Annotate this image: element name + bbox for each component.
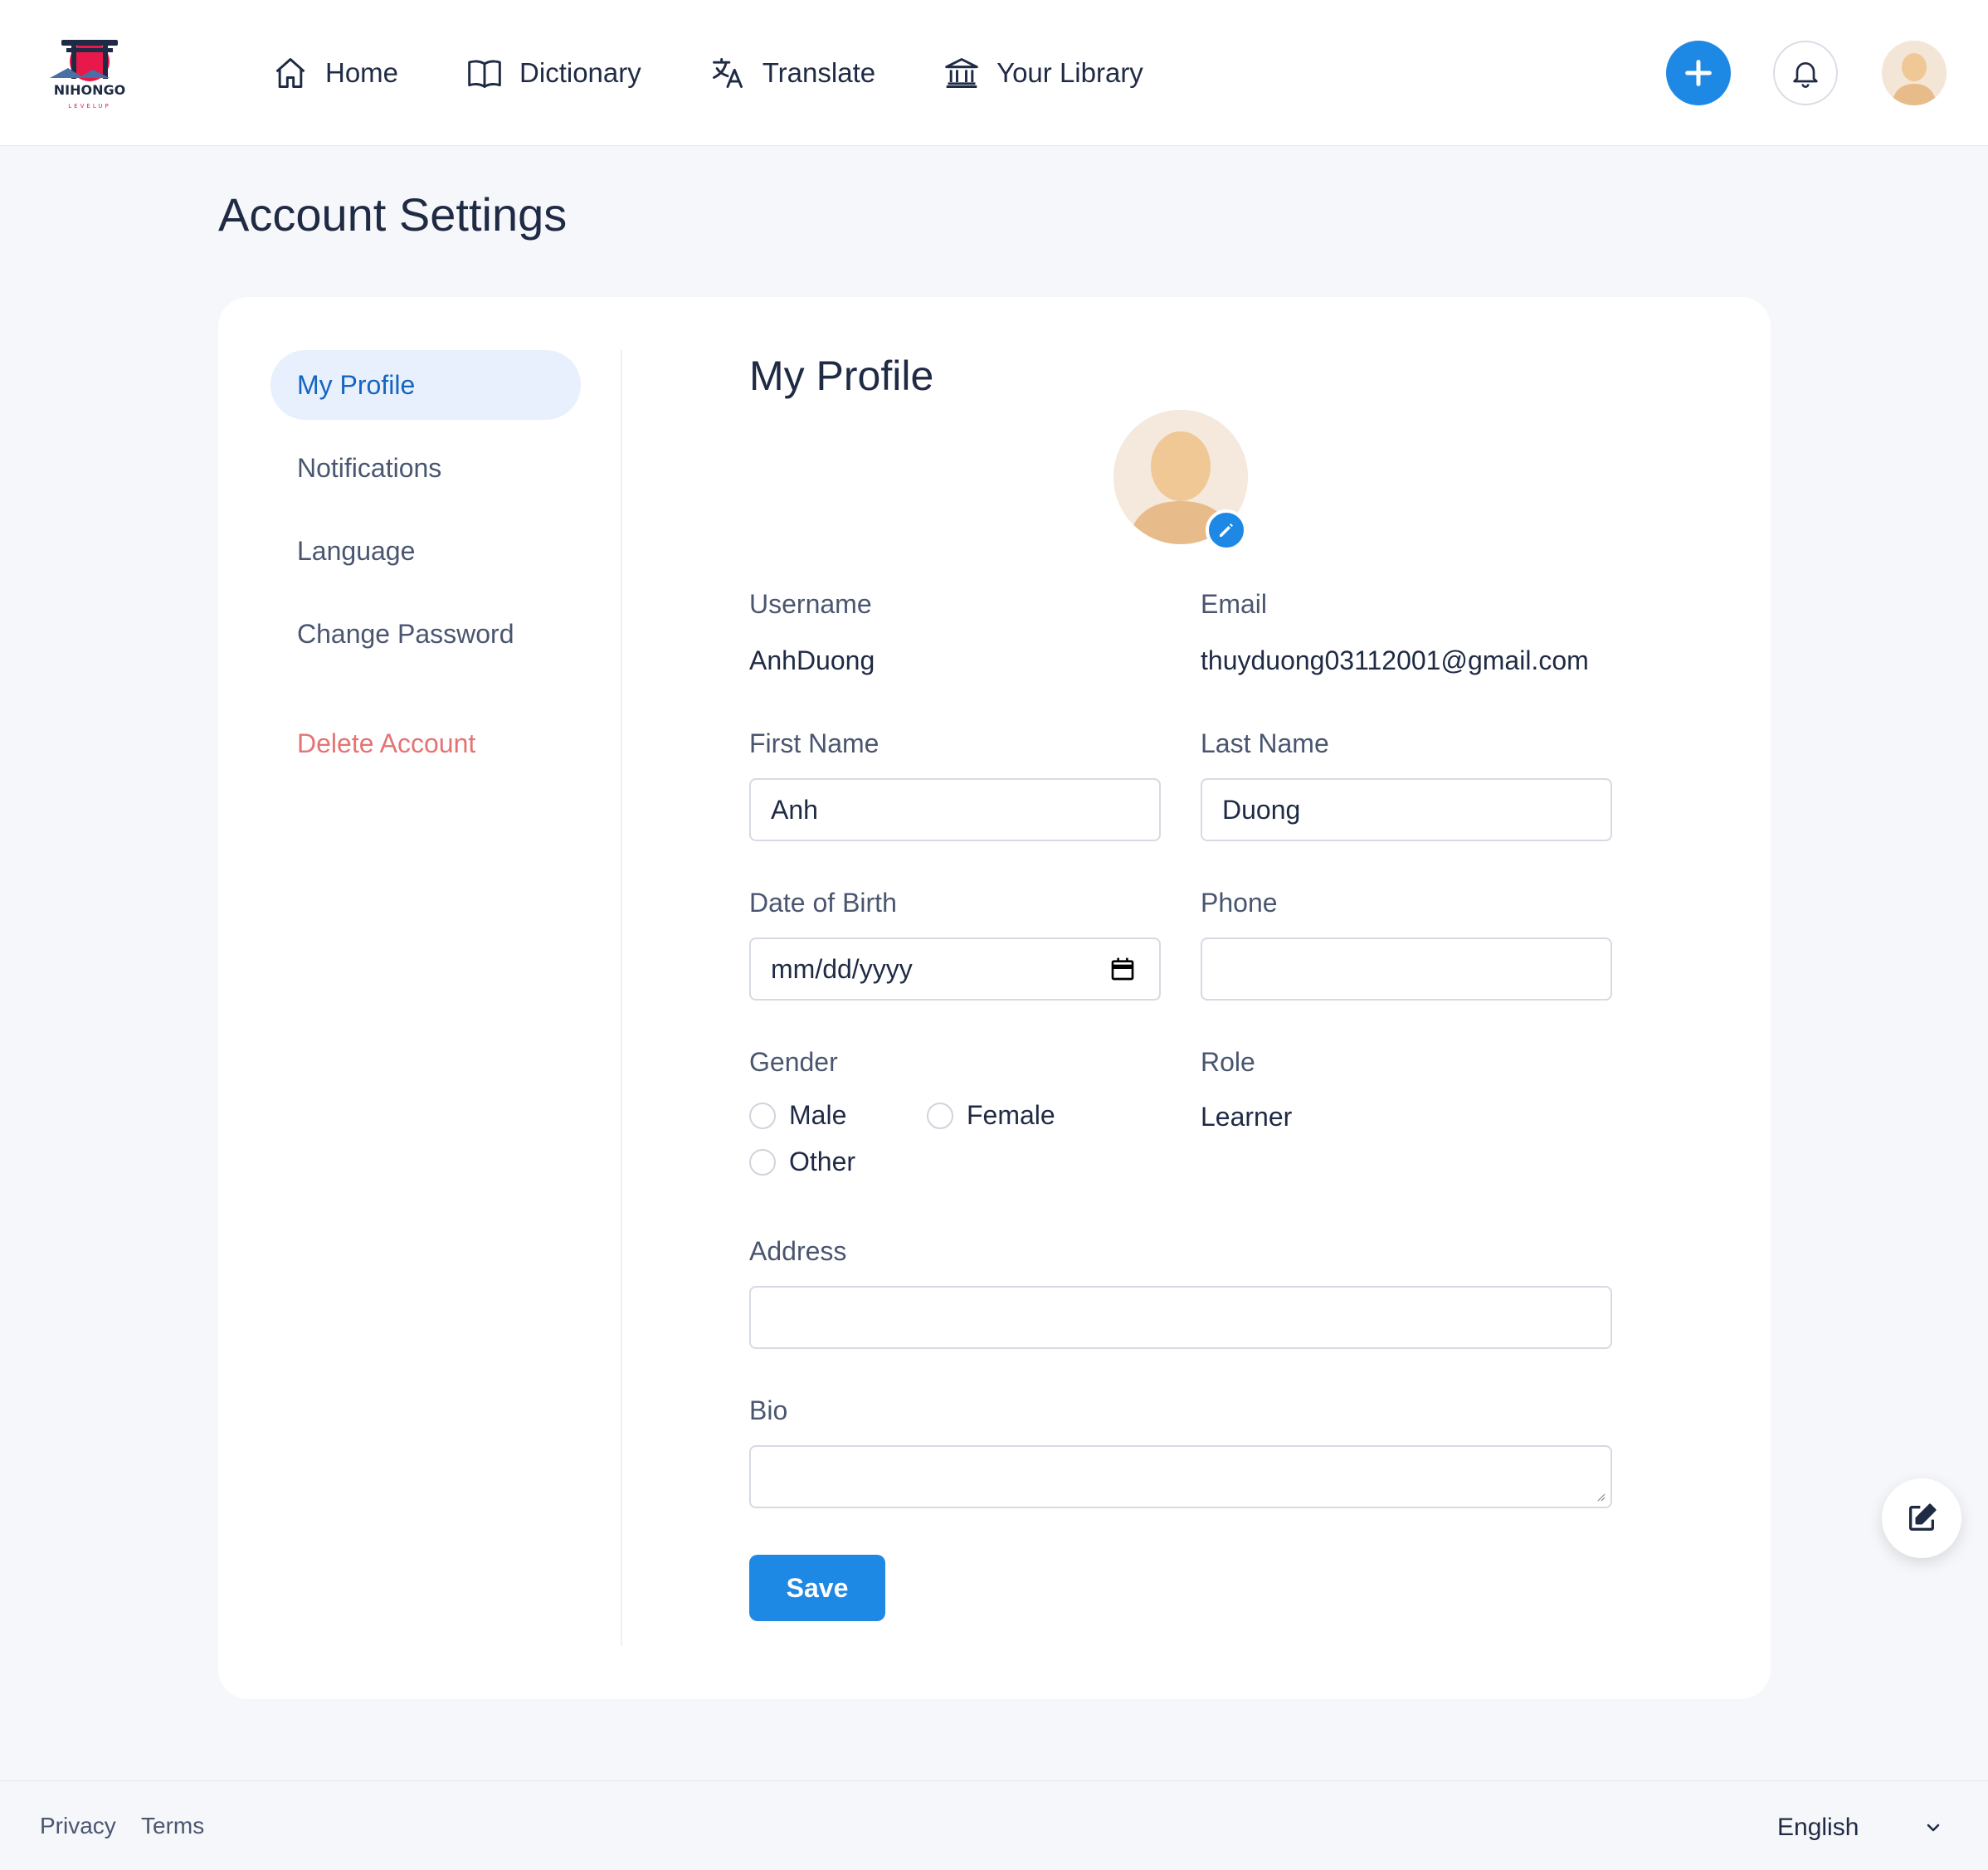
save-button[interactable]: Save [749, 1555, 885, 1621]
gender-option-label: Other [789, 1147, 856, 1176]
chevron-down-icon [1927, 1824, 1940, 1832]
floating-edit-button[interactable] [1882, 1478, 1961, 1558]
dob-input[interactable]: mm/dd/yyyy [749, 937, 1161, 1001]
role-value: Learner [1201, 1102, 1293, 1132]
profile-form: My Profile Username AnhDuong Email thuyd… [749, 297, 1662, 1699]
gender-radio-male[interactable]: Male [749, 1100, 846, 1131]
settings-sidebar: My Profile Notifications Language Change… [270, 350, 581, 791]
address-label: Address [749, 1236, 847, 1266]
gender-label: Gender [749, 1047, 838, 1077]
language-select[interactable]: English [1777, 1809, 1943, 1846]
radio-circle[interactable] [749, 1102, 776, 1129]
svg-text:NIHONGO: NIHONGO [54, 82, 125, 98]
pencil-icon [1220, 524, 1233, 537]
language-selected-value: English [1777, 1814, 1859, 1841]
last-name-input[interactable]: Duong [1201, 778, 1612, 841]
username-label: Username [749, 589, 872, 619]
phone-input[interactable] [1201, 937, 1612, 1001]
last-name-label: Last Name [1201, 728, 1329, 758]
svg-text:LEVELUP: LEVELUP [68, 103, 110, 110]
sidebar-item-language[interactable]: Language [270, 516, 581, 586]
first-name-label: First Name [749, 728, 879, 758]
translate-icon [712, 58, 743, 88]
plus-icon [1685, 60, 1712, 86]
address-input[interactable] [749, 1286, 1612, 1349]
radio-circle[interactable] [927, 1102, 953, 1129]
dob-placeholder: mm/dd/yyyy [771, 954, 913, 984]
book-icon [468, 60, 501, 88]
phone-label: Phone [1201, 888, 1278, 918]
nihongo-levelup-logo[interactable]: NIHONGO LEVELUP [43, 32, 136, 113]
footer: Privacy Terms English [0, 1780, 1988, 1870]
main-nav: Home Dictionary Translate Your Library [272, 50, 1211, 96]
nav-translate[interactable]: Translate [709, 50, 875, 96]
edit-note-icon [1909, 1503, 1937, 1531]
gender-radio-other[interactable]: Other [749, 1147, 855, 1177]
sidebar-item-change-password[interactable]: Change Password [270, 599, 581, 669]
user-avatar[interactable] [1882, 41, 1947, 105]
gender-option-label: Female [967, 1100, 1055, 1130]
resize-handle-icon[interactable] [1596, 1492, 1606, 1502]
terms-link[interactable]: Terms [141, 1813, 204, 1839]
settings-card: My Profile Notifications Language Change… [218, 297, 1771, 1699]
gender-option-label: Male [789, 1100, 847, 1130]
nav-home[interactable]: Home [272, 50, 398, 96]
bio-label: Bio [749, 1395, 788, 1425]
nav-dictionary[interactable]: Dictionary [466, 50, 641, 96]
nav-dictionary-label: Dictionary [519, 57, 641, 88]
nav-home-label: Home [325, 57, 399, 88]
top-navbar: NIHONGO LEVELUP Home Dictionary Translat… [0, 0, 1988, 146]
nav-your-library[interactable]: Your Library [943, 50, 1143, 96]
bell-icon [1793, 62, 1818, 88]
calendar-icon[interactable] [1109, 956, 1136, 982]
role-label: Role [1201, 1047, 1255, 1077]
nav-translate-label: Translate [762, 57, 876, 88]
email-label: Email [1201, 589, 1268, 619]
add-button[interactable] [1666, 41, 1731, 105]
page-title: Account Settings [218, 188, 568, 241]
dob-label: Date of Birth [749, 888, 897, 918]
nav-your-library-label: Your Library [996, 57, 1143, 88]
gender-radio-female[interactable]: Female [927, 1100, 1055, 1131]
notifications-button[interactable] [1773, 41, 1838, 105]
sidebar-item-delete-account[interactable]: Delete Account [270, 709, 581, 778]
radio-circle[interactable] [749, 1148, 776, 1176]
privacy-link[interactable]: Privacy [40, 1813, 116, 1839]
username-value: AnhDuong [749, 645, 875, 675]
library-icon [945, 58, 978, 88]
first-name-input[interactable]: Anh [749, 778, 1161, 841]
sidebar-divider [621, 350, 622, 1646]
edit-avatar-button[interactable] [1206, 509, 1247, 551]
home-icon [275, 58, 305, 88]
bio-textarea[interactable] [749, 1445, 1612, 1508]
email-value: thuyduong03112001@gmail.com [1201, 645, 1589, 675]
sidebar-item-my-profile[interactable]: My Profile [270, 350, 581, 420]
section-title: My Profile [749, 353, 934, 399]
sidebar-item-notifications[interactable]: Notifications [270, 433, 581, 503]
